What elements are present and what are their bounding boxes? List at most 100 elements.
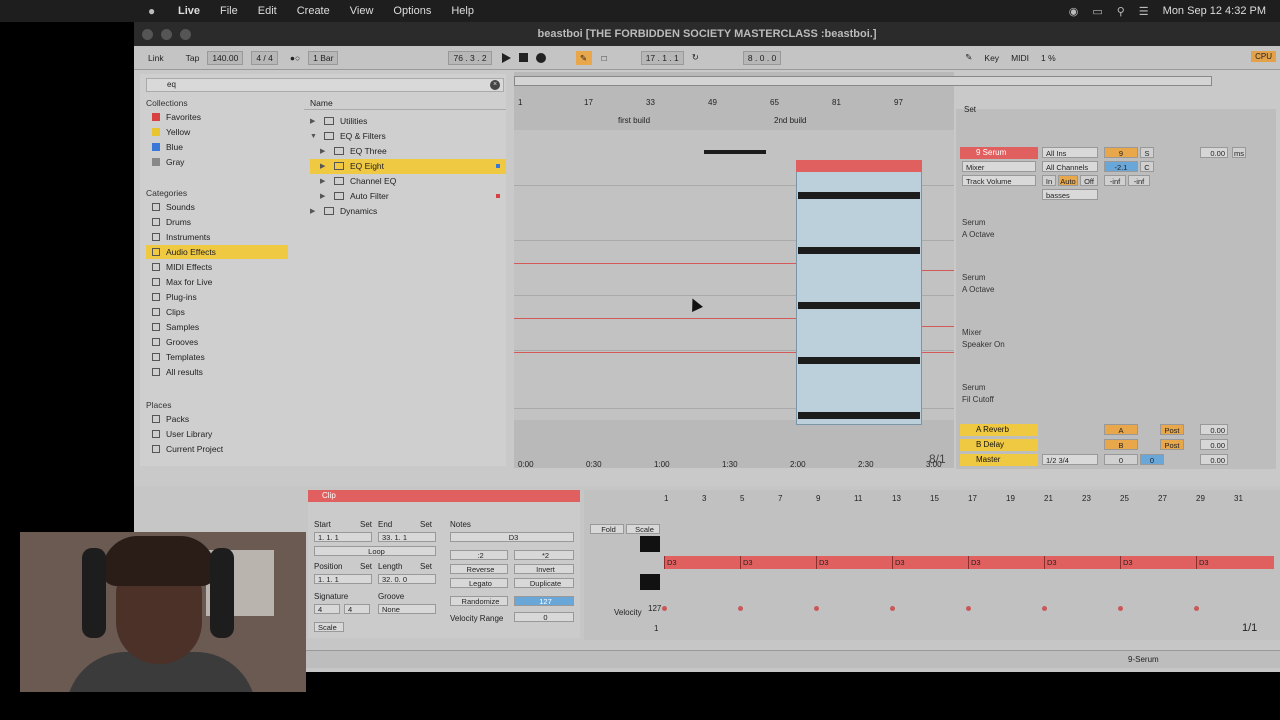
automation-lane-3[interactable]: Mixer Speaker On <box>962 327 1005 351</box>
output-group-select[interactable]: basses <box>1042 189 1098 200</box>
key-map-button[interactable]: Key <box>980 52 1003 64</box>
category-clips[interactable]: Clips <box>146 305 288 319</box>
double-button[interactable]: *2 <box>514 550 574 560</box>
expand-icon[interactable]: ▶ <box>310 114 315 129</box>
device-chooser[interactable]: Mixer <box>962 161 1036 172</box>
signature-numerator[interactable]: 4 <box>314 604 340 614</box>
tree-item-dynamics[interactable]: ▶ Dynamics <box>310 204 506 219</box>
velocity-point[interactable] <box>738 606 743 611</box>
master-b-value[interactable]: 0 <box>1140 454 1164 465</box>
category-samples[interactable]: Samples <box>146 320 288 334</box>
tree-item-channel-eq[interactable]: ▶ Channel EQ <box>310 174 506 189</box>
clock[interactable]: Mon Sep 12 4:32 PM <box>1163 5 1266 17</box>
song-position-field[interactable]: 76 . 3 . 2 <box>448 50 492 65</box>
category-midi-effects[interactable]: MIDI Effects <box>146 260 288 274</box>
category-grooves[interactable]: Grooves <box>146 335 288 349</box>
collapse-icon[interactable]: ▼ <box>310 129 317 144</box>
tree-item-eq-three[interactable]: ▶ EQ Three <box>310 144 506 159</box>
place-packs[interactable]: Packs <box>146 412 288 426</box>
halve-button[interactable]: :2 <box>450 550 508 560</box>
note[interactable]: D3 <box>816 556 892 569</box>
collection-blue[interactable]: Blue <box>146 140 288 154</box>
piano-keys[interactable] <box>640 536 660 594</box>
return-track-a[interactable]: A Reverb <box>960 424 1038 436</box>
velocity-point[interactable] <box>1042 606 1047 611</box>
expand-icon[interactable]: ▶ <box>320 144 325 159</box>
note-name-field[interactable]: D3 <box>450 532 574 542</box>
place-current-project[interactable]: Current Project <box>146 442 288 456</box>
scale-button[interactable]: Scale <box>314 622 344 632</box>
menu-file[interactable]: File <box>220 5 238 17</box>
song-overview[interactable] <box>514 76 1212 86</box>
end-set-button[interactable]: Set <box>420 520 432 529</box>
search-icon[interactable]: ⚲ <box>1117 5 1125 18</box>
loop-start-field[interactable]: 17 . 1 . 1 <box>640 50 684 65</box>
position-field[interactable]: 1. 1. 1 <box>314 574 372 584</box>
return-a-post[interactable]: Post <box>1160 424 1184 435</box>
monitor-off-button[interactable]: Off <box>1080 175 1098 186</box>
expand-icon[interactable]: ▶ <box>310 204 315 219</box>
tree-item-eq-filters[interactable]: ▼ EQ & Filters <box>310 129 506 144</box>
end-field[interactable]: 33. 1. 1 <box>378 532 436 542</box>
place-user-library[interactable]: User Library <box>146 427 288 441</box>
midi-clip-header[interactable] <box>796 160 922 172</box>
return-b-activator[interactable]: B <box>1104 439 1138 450</box>
expand-icon[interactable]: ▶ <box>320 174 325 189</box>
locator-first-build[interactable]: first build <box>618 116 650 125</box>
category-all-results[interactable]: All results <box>146 365 288 379</box>
return-track-b[interactable]: B Delay <box>960 439 1038 451</box>
master-track[interactable]: Master <box>960 454 1038 466</box>
wifi-icon[interactable]: ◉ <box>1069 5 1079 18</box>
randomize-amount[interactable]: 127 <box>514 596 574 606</box>
locator-lane[interactable]: first build 2nd build <box>514 114 954 128</box>
input-channel-select[interactable]: All Channels <box>1042 161 1098 172</box>
solo-button[interactable]: S <box>1140 147 1154 158</box>
collection-yellow[interactable]: Yellow <box>146 125 288 139</box>
note[interactable]: D3 <box>664 556 740 569</box>
velocity-point[interactable] <box>662 606 667 611</box>
note[interactable]: D3 <box>968 556 1044 569</box>
track-header-serum[interactable]: 9 Serum <box>960 147 1038 159</box>
randomize-button[interactable]: Randomize <box>450 596 508 606</box>
length-field[interactable]: 32. 0. 0 <box>378 574 436 584</box>
parameter-chooser[interactable]: Track Volume <box>962 175 1036 186</box>
midi-clip[interactable] <box>796 160 922 425</box>
menu-app[interactable]: Live <box>178 5 200 17</box>
time-signature-field[interactable]: 4 / 4 <box>251 50 278 65</box>
note[interactable]: D3 <box>1044 556 1120 569</box>
invert-button[interactable]: Invert <box>514 564 574 574</box>
midi-map-button[interactable]: MIDI <box>1007 52 1033 64</box>
loop-button[interactable]: Loop <box>314 546 436 556</box>
black-key[interactable] <box>640 536 660 552</box>
bar-ruler[interactable]: 1 17 33 49 65 81 97 <box>514 98 954 110</box>
apple-icon[interactable]: ● <box>148 4 162 18</box>
track-volume[interactable]: 0.00 <box>1200 147 1228 158</box>
pan-center[interactable]: C <box>1140 161 1154 172</box>
pencil-icon[interactable]: ✎ <box>961 51 976 64</box>
note[interactable]: D3 <box>1196 556 1274 569</box>
automation-lane-2[interactable]: Serum A Octave <box>962 272 994 296</box>
category-plug-ins[interactable]: Plug-ins <box>146 290 288 304</box>
link-button[interactable]: Link <box>144 52 168 64</box>
category-sounds[interactable]: Sounds <box>146 200 288 214</box>
collection-gray[interactable]: Gray <box>146 155 288 169</box>
note[interactable]: D3 <box>1120 556 1196 569</box>
cue-output-select[interactable]: 1/2 3/4 <box>1042 454 1098 465</box>
note[interactable]: D3 <box>892 556 968 569</box>
stop-button[interactable] <box>518 53 528 62</box>
menu-edit[interactable]: Edit <box>258 5 277 17</box>
tempo-field[interactable]: 140.00 <box>207 50 244 65</box>
menu-help[interactable]: Help <box>451 5 474 17</box>
input-type-select[interactable]: All Ins <box>1042 147 1098 158</box>
name-column-header[interactable]: Name <box>304 96 506 110</box>
monitor-in-button[interactable]: In <box>1042 175 1056 186</box>
metronome-icon[interactable]: ●○ <box>286 52 304 64</box>
track-activator[interactable]: 9 <box>1104 147 1138 158</box>
tree-item-auto-filter[interactable]: ▶ Auto Filter <box>310 189 506 204</box>
master-volume[interactable]: 0.00 <box>1200 454 1228 465</box>
play-button[interactable] <box>501 52 511 63</box>
legato-button[interactable]: Legato <box>450 578 508 588</box>
return-a-activator[interactable]: A <box>1104 424 1138 435</box>
return-b-post[interactable]: Post <box>1160 439 1184 450</box>
return-a-volume[interactable]: 0.00 <box>1200 424 1228 435</box>
